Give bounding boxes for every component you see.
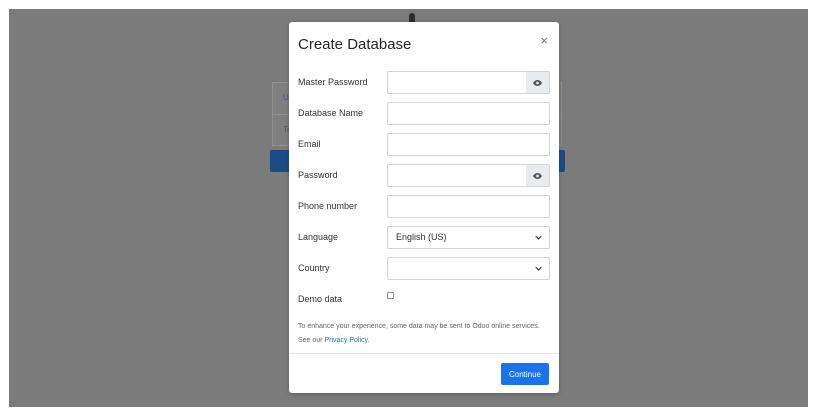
- master-password-row: Master Password: [289, 71, 559, 95]
- eye-icon[interactable]: [526, 164, 550, 187]
- eye-icon[interactable]: [526, 71, 550, 94]
- phone-input[interactable]: [387, 195, 550, 218]
- modal-title: Create Database: [298, 36, 412, 53]
- footer-divider: [289, 353, 559, 354]
- phone-label: Phone number: [298, 201, 358, 211]
- chevron-down-icon: [535, 266, 542, 271]
- password-input[interactable]: [387, 164, 527, 187]
- modal-header: Create Database ×: [289, 22, 559, 66]
- database-name-input[interactable]: [387, 102, 550, 125]
- master-password-label: Master Password: [298, 77, 368, 87]
- background-link: U: [283, 93, 289, 102]
- language-selected-value: English (US): [396, 232, 447, 242]
- language-row: Language English (US): [289, 226, 559, 250]
- language-select[interactable]: English (US): [387, 226, 550, 249]
- close-icon[interactable]: ×: [540, 34, 548, 47]
- language-label: Language: [298, 232, 339, 242]
- privacy-notice: To enhance your experience, some data ma…: [298, 320, 553, 348]
- database-name-label: Database Name: [298, 108, 364, 118]
- country-row: Country: [289, 257, 559, 281]
- privacy-policy-link[interactable]: Privacy Policy: [324, 337, 367, 344]
- password-label: Password: [298, 170, 338, 180]
- email-label: Email: [298, 139, 321, 149]
- demo-data-label: Demo data: [298, 294, 343, 304]
- email-input[interactable]: [387, 133, 550, 156]
- phone-row: Phone number: [289, 195, 559, 219]
- privacy-notice-suffix: .: [367, 337, 370, 344]
- country-label: Country: [298, 263, 330, 273]
- create-database-modal: Create Database × Master Password Databa…: [289, 22, 559, 393]
- master-password-input[interactable]: [387, 71, 527, 94]
- database-name-row: Database Name: [289, 102, 559, 126]
- password-row: Password: [289, 164, 559, 188]
- demo-data-row: Demo data: [289, 288, 559, 312]
- demo-data-checkbox[interactable]: [387, 292, 394, 299]
- chevron-down-icon: [535, 235, 542, 240]
- background-button: [270, 150, 290, 172]
- country-select[interactable]: [387, 257, 550, 280]
- email-row: Email: [289, 133, 559, 157]
- continue-button[interactable]: Continue: [501, 363, 549, 385]
